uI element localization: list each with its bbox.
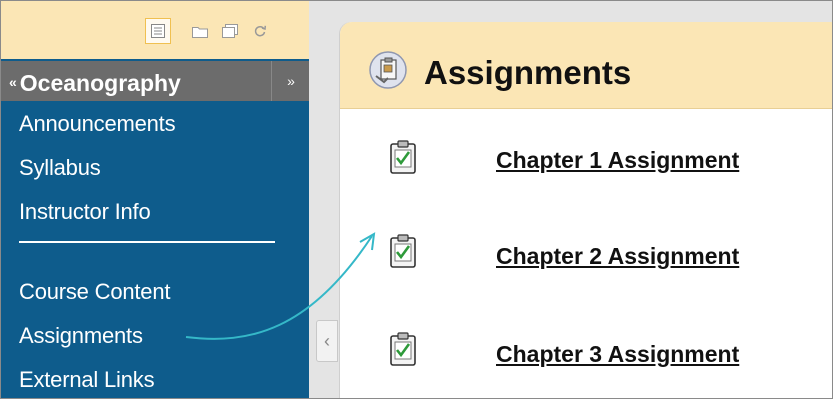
- menu-item-syllabus[interactable]: Syllabus: [19, 155, 101, 181]
- window-icon: [222, 24, 238, 38]
- menu-item-assignments[interactable]: Assignments: [19, 323, 143, 349]
- double-chevron-right-icon: »: [287, 73, 295, 89]
- menu-item-external-links[interactable]: External Links: [19, 367, 155, 393]
- assignment-link-chapter-2[interactable]: Chapter 2 Assignment: [496, 242, 739, 270]
- course-menu: «Oceanography » Announcements Syllabus I…: [1, 1, 309, 398]
- menu-toolbar: [1, 1, 309, 59]
- list-view-icon: [151, 24, 165, 38]
- menu-item-instructor-info[interactable]: Instructor Info: [19, 199, 151, 225]
- course-title-label: Oceanography: [19, 70, 181, 96]
- window-button[interactable]: [217, 18, 243, 44]
- expand-menu-button[interactable]: »: [271, 61, 310, 101]
- list-view-button[interactable]: [145, 18, 171, 44]
- page-title: Assignments: [424, 54, 632, 91]
- course-header[interactable]: «Oceanography »: [1, 61, 309, 101]
- menu-item-course-content[interactable]: Course Content: [19, 279, 170, 305]
- folder-view-icon: [192, 26, 208, 38]
- refresh-icon: [254, 25, 267, 37]
- collapse-menu-handle[interactable]: ‹: [316, 320, 338, 362]
- collapse-chevron-icon: «: [9, 74, 17, 90]
- clipboard-check-icon: [390, 234, 416, 268]
- assignment-link-chapter-1[interactable]: Chapter 1 Assignment: [496, 146, 739, 174]
- content-area: Assignments Chapter 1 Assignment Chapter…: [340, 22, 833, 399]
- refresh-button[interactable]: [247, 18, 273, 44]
- assignment-row: Chapter 2 Assignment: [340, 234, 833, 294]
- menu-divider: [19, 241, 275, 243]
- folder-view-button[interactable]: [187, 18, 213, 44]
- assignment-row: Chapter 1 Assignment: [340, 140, 833, 200]
- chevron-left-icon: ‹: [324, 330, 330, 351]
- course-title[interactable]: «Oceanography: [9, 70, 181, 96]
- clipboard-check-icon: [390, 332, 416, 366]
- clipboard-check-icon: [390, 140, 416, 174]
- assignment-row: Chapter 3 Assignment: [340, 332, 833, 392]
- assignments-page-icon: [369, 51, 407, 89]
- content-header: Assignments: [340, 22, 833, 109]
- assignment-link-chapter-3[interactable]: Chapter 3 Assignment: [496, 340, 739, 368]
- menu-item-announcements[interactable]: Announcements: [19, 111, 176, 137]
